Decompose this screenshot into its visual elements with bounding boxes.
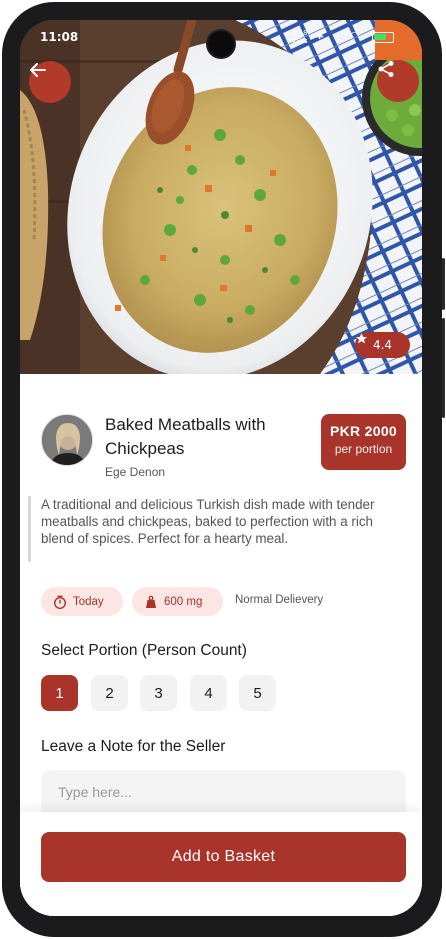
weight-chip: 600 mg <box>132 587 223 616</box>
seller-avatar[interactable] <box>41 414 93 466</box>
portion-option-5[interactable]: 5 <box>239 675 276 711</box>
rating-value: 4.4 <box>372 338 393 352</box>
app-screen: 11:08 0.18 KB/s ✱ ◠ 4.4 Baked Meatballs … <box>20 20 422 916</box>
portion-option-2[interactable]: 2 <box>91 675 128 711</box>
recipe-title: Baked Meatballs with Chickpeas <box>105 415 266 458</box>
rating-badge: 4.4 <box>355 332 410 358</box>
bluetooth-icon: ✱ <box>315 29 329 42</box>
phone-device: 11:08 0.18 KB/s ✱ ◠ 4.4 Baked Meatballs … <box>0 0 446 939</box>
back-button[interactable] <box>29 61 71 103</box>
food-photo <box>20 20 422 374</box>
battery-icon <box>372 32 394 43</box>
portion-option-4[interactable]: 4 <box>190 675 227 711</box>
volume-button <box>442 258 445 310</box>
timer-icon <box>54 595 66 609</box>
status-time: 11:08 <box>40 30 79 44</box>
weight-text: 600 mg <box>164 595 203 608</box>
portion-section-title: Select Portion (Person Count) <box>41 642 247 659</box>
recipe-hero-image: 11:08 0.18 KB/s ✱ ◠ 4.4 <box>20 20 422 374</box>
price-badge: PKR 2000 per portion <box>321 414 406 470</box>
description-divider <box>28 496 31 562</box>
portion-option-1[interactable]: 1 <box>41 675 78 711</box>
seller-name[interactable]: Ege Denon <box>105 465 165 479</box>
arrow-left-icon <box>30 63 46 77</box>
network-speed: 0.18 KB/s <box>292 29 308 45</box>
power-button <box>442 318 445 418</box>
add-to-basket-button[interactable]: Add to Basket <box>41 832 406 882</box>
front-camera <box>208 31 234 57</box>
star-icon <box>356 333 367 344</box>
note-section-title: Leave a Note for the Seller <box>41 738 226 755</box>
recipe-description: A traditional and delicious Turkish dish… <box>41 497 375 546</box>
avatar-photo <box>42 415 92 465</box>
availability-text: Today <box>73 595 104 608</box>
price-value: PKR 2000 <box>330 423 397 439</box>
price-unit: per portion <box>334 442 393 456</box>
weight-icon <box>146 595 156 608</box>
seller-note-input[interactable] <box>41 770 406 814</box>
delivery-type: Normal Delievery <box>235 594 324 606</box>
recipe-details: Baked Meatballs with Chickpeas Ege Denon… <box>20 374 422 916</box>
wifi-icon: ◠ <box>350 29 364 42</box>
portion-option-3[interactable]: 3 <box>140 675 177 711</box>
share-icon <box>378 61 394 77</box>
availability-chip: Today <box>41 587 123 616</box>
share-button[interactable] <box>377 60 419 102</box>
bottom-action-bar: Add to Basket <box>20 812 422 916</box>
